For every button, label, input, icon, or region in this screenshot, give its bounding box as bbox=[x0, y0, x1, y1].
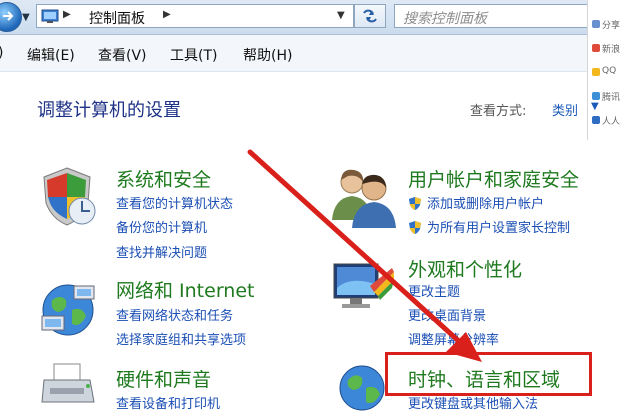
search-input[interactable]: 搜索控制面板 bbox=[394, 4, 606, 28]
link-adjust-resolution[interactable]: 调整屏幕分辨率 bbox=[408, 329, 499, 348]
qzone-icon bbox=[592, 68, 600, 76]
clock-globe-icon bbox=[339, 365, 385, 411]
link-troubleshoot[interactable]: 查找并解决问题 bbox=[116, 242, 207, 261]
user-accounts-icon bbox=[332, 169, 396, 228]
uac-shield-icon bbox=[409, 221, 421, 234]
printer-icon bbox=[41, 363, 95, 403]
link-change-desktop-background[interactable]: 更改桌面背景 bbox=[408, 305, 486, 324]
category-appearance[interactable]: 外观和个性化 bbox=[408, 255, 522, 282]
link-change-theme[interactable]: 更改主题 bbox=[408, 281, 460, 300]
appearance-monitor-icon bbox=[333, 263, 394, 308]
tencent-icon bbox=[592, 92, 600, 100]
address-bar: ▼ ▶ 控制面板 ▶ ▼ 搜索控制面板 bbox=[0, 0, 640, 35]
refresh-button[interactable] bbox=[354, 4, 386, 28]
menu-item-view[interactable]: 查看(V) bbox=[98, 45, 147, 65]
security-shield-icon bbox=[43, 167, 96, 226]
annotation-highlight-box bbox=[385, 352, 592, 396]
category-user-accounts[interactable]: 用户帐户和家庭安全 bbox=[408, 165, 579, 192]
address-dropdown-icon[interactable]: ▼ bbox=[337, 10, 345, 21]
side-entry-qq[interactable]: QQ bbox=[602, 66, 616, 76]
link-backup-computer[interactable]: 备份您的计算机 bbox=[116, 217, 207, 236]
renren-icon bbox=[592, 116, 600, 124]
control-panel-icon bbox=[41, 9, 59, 23]
link-view-computer-status[interactable]: 查看您的计算机状态 bbox=[116, 193, 233, 212]
link-network-status[interactable]: 查看网络状态和任务 bbox=[116, 305, 233, 324]
menu-item-tools[interactable]: 工具(T) bbox=[170, 45, 217, 65]
side-entry-renren[interactable]: 人人 bbox=[602, 114, 620, 127]
menu-bar: ) 编辑(E) 查看(V) 工具(T) 帮助(H) bbox=[0, 35, 640, 72]
arrow-right-icon bbox=[3, 11, 14, 21]
view-by-dropdown[interactable]: 类别 bbox=[552, 100, 578, 119]
search-placeholder: 搜索控制面板 bbox=[403, 11, 487, 27]
uac-shield-icon bbox=[409, 197, 421, 210]
network-globe-icon bbox=[41, 284, 95, 336]
link-devices-printers[interactable]: 查看设备和打印机 bbox=[116, 393, 220, 412]
link-homegroup-sharing[interactable]: 选择家庭组和共享选项 bbox=[116, 329, 246, 348]
category-system-security[interactable]: 系统和安全 bbox=[116, 165, 211, 192]
share-icon bbox=[592, 20, 600, 28]
menu-item-help[interactable]: 帮助(H) bbox=[243, 45, 292, 65]
link-parental-controls-row[interactable]: 为所有用户设置家长控制 bbox=[408, 217, 570, 236]
breadcrumb-control-panel[interactable]: 控制面板 bbox=[89, 8, 145, 28]
weibo-icon bbox=[592, 44, 600, 52]
side-entry-tencent[interactable]: 腾讯 bbox=[602, 90, 620, 103]
category-network-internet[interactable]: 网络和 Internet bbox=[116, 276, 254, 303]
category-hardware-sound[interactable]: 硬件和声音 bbox=[116, 365, 211, 392]
history-dropdown-icon[interactable]: ▼ bbox=[22, 12, 30, 23]
menu-item-edit[interactable]: 编辑(E) bbox=[27, 45, 75, 65]
side-entry-share[interactable]: 分享 bbox=[602, 18, 620, 31]
share-side-panel: 分享 新浪 QQ 腾讯 人人 bbox=[587, 0, 640, 140]
breadcrumb-separator-icon[interactable]: ▶ bbox=[63, 9, 71, 20]
refresh-icon bbox=[363, 9, 377, 23]
view-by-label: 查看方式: bbox=[470, 104, 527, 119]
link-add-remove-users-row[interactable]: 添加或删除用户帐户 bbox=[408, 193, 544, 212]
breadcrumb-separator-icon[interactable]: ▶ bbox=[163, 9, 171, 20]
side-entry-sina[interactable]: 新浪 bbox=[602, 42, 620, 55]
page-title: 调整计算机的设置 bbox=[37, 100, 181, 121]
link-parental-controls[interactable]: 为所有用户设置家长控制 bbox=[427, 221, 570, 236]
menu-item-file-partial[interactable]: ) bbox=[0, 45, 3, 61]
back-button[interactable] bbox=[0, 2, 22, 32]
chevron-down-icon[interactable]: ▼ bbox=[591, 101, 599, 112]
link-add-remove-users[interactable]: 添加或删除用户帐户 bbox=[427, 197, 544, 212]
address-field[interactable]: ▶ 控制面板 ▶ ▼ bbox=[36, 4, 354, 28]
